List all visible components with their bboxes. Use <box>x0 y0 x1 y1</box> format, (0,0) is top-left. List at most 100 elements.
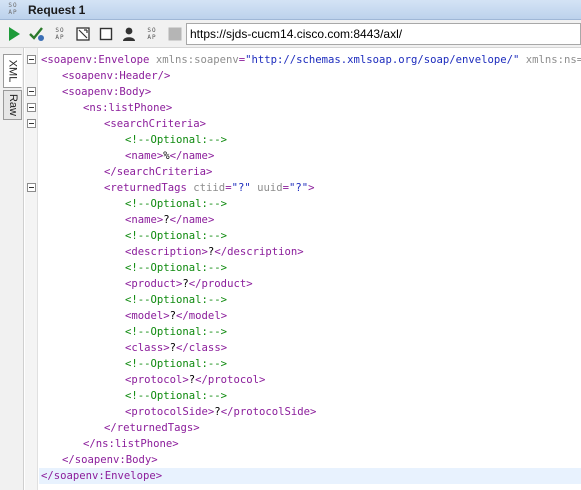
xml-tag-token: <soapenv:Body> <box>62 86 152 98</box>
tab-xml-label: XML <box>6 59 19 83</box>
square-icon <box>99 27 113 40</box>
xml-tag-token: <ns:listPhone> <box>83 102 173 114</box>
code-line[interactable]: <description>?</description> <box>39 244 581 260</box>
xml-tag-token: </description> <box>214 246 304 258</box>
editor-view-tabs: XML Raw <box>0 48 24 490</box>
code-line[interactable]: <searchCriteria> <box>39 116 581 132</box>
xml-tag-token: <soapenv:Header/> <box>62 70 171 82</box>
code-line[interactable]: <soapenv:Body> <box>39 84 581 100</box>
soap-options-button[interactable]: SO AP <box>142 24 162 44</box>
code-line[interactable]: <!--Optional:--> <box>39 292 581 308</box>
code-line[interactable]: <soapenv:Header/> <box>39 68 581 84</box>
code-line[interactable]: <!--Optional:--> <box>39 260 581 276</box>
code-line[interactable]: <!--Optional:--> <box>39 228 581 244</box>
fold-toggle-icon[interactable] <box>27 119 36 128</box>
code-line[interactable]: <ns:listPhone> <box>39 100 581 116</box>
run-request-button[interactable] <box>4 24 24 44</box>
code-line[interactable]: </searchCriteria> <box>39 164 581 180</box>
xml-tag-token: </product> <box>188 278 253 290</box>
xml-tag-token: </name> <box>169 150 215 162</box>
xml-val-token: "?" <box>289 182 309 194</box>
code-line[interactable]: <name>?</name> <box>39 212 581 228</box>
xml-attr-token: xmlns:soapenv <box>155 54 239 66</box>
xml-tag-token: <description> <box>125 246 208 258</box>
code-line[interactable]: <product>?</product> <box>39 276 581 292</box>
soap-badge-icon: SO AP <box>8 1 18 16</box>
fold-toggle-icon[interactable] <box>27 103 36 112</box>
xml-tag-token: <soapenv:Envelope <box>41 54 156 66</box>
stop-square-icon <box>168 27 182 40</box>
code-line[interactable]: <soapenv:Envelope xmlns:soapenv="http://… <box>39 52 581 68</box>
endpoint-url-field[interactable]: https://sjds-cucm14.cisco.com:8443/axl/ <box>186 23 581 45</box>
xml-tag-token: </class> <box>176 342 228 354</box>
code-line[interactable]: <class>?</class> <box>39 340 581 356</box>
xml-tag-token: </name> <box>169 214 215 226</box>
xml-tag-token: <name> <box>125 214 164 226</box>
xml-comment-token: <!--Optional:--> <box>125 326 228 338</box>
xml-tag-token: <name> <box>125 150 164 162</box>
xml-tag-token: </searchCriteria> <box>104 166 213 178</box>
code-line[interactable]: <name>%</name> <box>39 148 581 164</box>
code-line[interactable]: <model>?</model> <box>39 308 581 324</box>
code-line[interactable]: <!--Optional:--> <box>39 132 581 148</box>
xml-tag-token: </model> <box>176 310 228 322</box>
fold-toggle-icon[interactable] <box>27 55 36 64</box>
request-toolbar: SO AP SO AP https://sjds-cucm14.cisco.com:… <box>0 20 581 48</box>
play-icon <box>9 26 20 41</box>
user-icon <box>123 27 135 41</box>
xml-tag-token: <protocolSide> <box>125 406 215 418</box>
xml-attr-token: uuid <box>250 182 283 194</box>
code-line[interactable]: </returnedTags> <box>39 420 581 436</box>
toggle-panel-button[interactable] <box>96 24 116 44</box>
xml-tag-token: </ns:listPhone> <box>83 438 179 450</box>
xml-tag-token: </soapenv:Body> <box>62 454 158 466</box>
format-soap-button[interactable]: SO AP <box>50 24 70 44</box>
code-line[interactable]: <protocolSide>?</protocolSide> <box>39 404 581 420</box>
xml-tag-token: <product> <box>125 278 183 290</box>
xml-tag-token: <model> <box>125 310 170 322</box>
xml-comment-token: <!--Optional:--> <box>125 390 228 402</box>
fold-gutter <box>25 48 38 490</box>
fold-toggle-icon[interactable] <box>27 87 36 96</box>
xml-attr-token: ctiid <box>193 182 226 194</box>
xml-attr-token: xmlns:ns="http://www.cisco.com/AXL/API/1… <box>525 54 581 66</box>
code-area[interactable]: <soapenv:Envelope xmlns:soapenv="http://… <box>39 48 581 490</box>
code-line[interactable]: </ns:listPhone> <box>39 436 581 452</box>
xml-comment-token: <!--Optional:--> <box>125 358 228 370</box>
code-line[interactable]: <returnedTags ctiid="?" uuid="?"> <box>39 180 581 196</box>
xml-val-token: "http://schemas.xmlsoap.org/soap/envelop… <box>245 54 520 66</box>
xml-comment-token: <!--Optional:--> <box>125 262 228 274</box>
fold-toggle-icon[interactable] <box>27 183 36 192</box>
check-icon <box>29 26 44 41</box>
code-line[interactable]: <!--Optional:--> <box>39 196 581 212</box>
xml-tag-token: <searchCriteria> <box>104 118 207 130</box>
tab-raw[interactable]: Raw <box>3 90 22 120</box>
code-line[interactable]: <protocol>?</protocol> <box>39 372 581 388</box>
xml-comment-token: <!--Optional:--> <box>125 230 228 242</box>
code-line[interactable]: <!--Optional:--> <box>39 324 581 340</box>
xml-tag-token: <protocol> <box>125 374 189 386</box>
window-titlebar: SO AP Request 1 <box>0 0 581 20</box>
xml-editor[interactable]: <soapenv:Envelope xmlns:soapenv="http://… <box>25 48 581 490</box>
split-view-button[interactable] <box>73 24 93 44</box>
user-auth-button[interactable] <box>119 24 139 44</box>
xml-comment-token: <!--Optional:--> <box>125 198 228 210</box>
soap-icon: SO AP <box>147 26 157 41</box>
tab-raw-label: Raw <box>6 93 19 117</box>
xml-tag-token: </returnedTags> <box>104 422 200 434</box>
code-line[interactable]: <!--Optional:--> <box>39 356 581 372</box>
tab-xml[interactable]: XML <box>3 54 22 88</box>
split-icon <box>76 26 90 41</box>
xml-comment-token: <!--Optional:--> <box>125 134 228 146</box>
window-title: Request 1 <box>28 2 86 17</box>
code-line[interactable]: </soapenv:Envelope> <box>39 468 581 484</box>
xml-tag-token: <returnedTags <box>104 182 194 194</box>
xml-comment-token: <!--Optional:--> <box>125 294 228 306</box>
code-line[interactable]: </soapenv:Body> <box>39 452 581 468</box>
validate-button[interactable] <box>27 24 47 44</box>
xml-tag-token: <class> <box>125 342 170 354</box>
soap-icon: SO AP <box>55 26 65 41</box>
xml-tag-token: </soapenv:Envelope> <box>41 470 163 482</box>
code-line[interactable]: <!--Optional:--> <box>39 388 581 404</box>
stop-button[interactable] <box>165 24 185 44</box>
